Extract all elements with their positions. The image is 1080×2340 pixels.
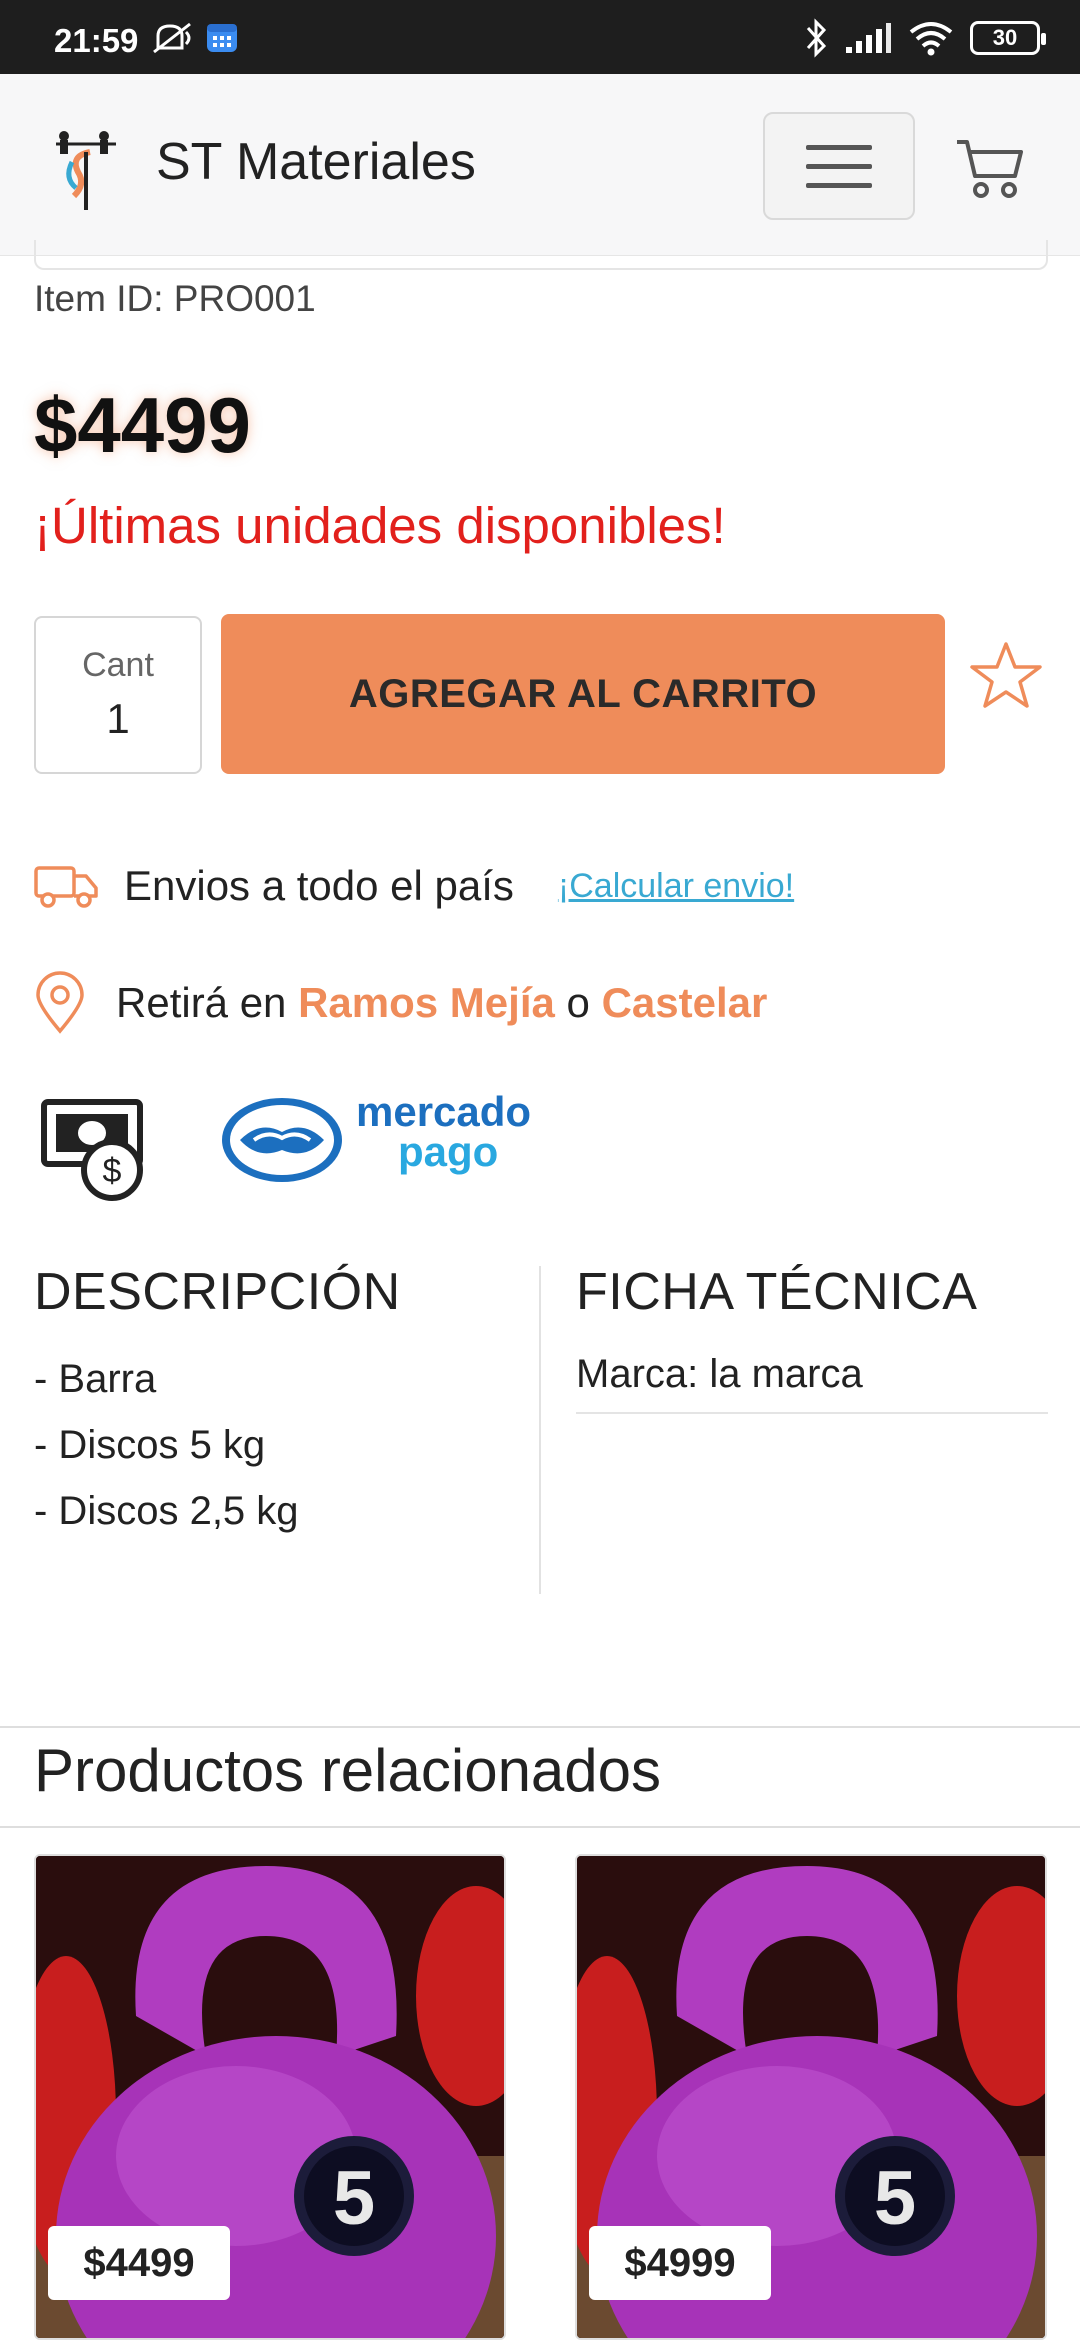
product-price: $4499 [34,381,251,469]
menu-icon [806,144,872,150]
weight-badge: 5 [333,2156,375,2241]
pickup-text: Retirá en Ramos Mejía o Castelar [116,979,767,1027]
mp-word-pago: pago [398,1128,499,1175]
mercadopago-logo: mercado pago [220,1090,560,1190]
item-id: Item ID: PRO001 [34,278,316,319]
shipping-text: Envios a todo el país [124,862,514,909]
shipping-row: Envios a todo el país ¡Calcular envio! [34,856,794,916]
mute-icon [153,22,191,54]
status-left-icons [150,20,240,56]
stock-message: ¡Últimas unidades disponibles! [34,497,726,554]
list-item: - Discos 2,5 kg [34,1489,299,1533]
image-card-edge [34,240,1048,270]
related-product-card[interactable]: 5 $4499 [34,1854,506,2340]
spec-row: Marca: la marca [576,1346,1048,1414]
calendar-icon [207,24,237,52]
wifi-icon [909,22,953,56]
brand-name[interactable]: ST Materiales [156,132,476,192]
quantity-label: Cant [82,646,154,684]
related-products-title: Productos relacionados [34,1737,662,1804]
status-bar: 21:59 30 [0,0,1080,74]
truck-icon [34,866,98,908]
related-product-card[interactable]: 5 $4999 [575,1854,1047,2340]
product-price-tag: $4999 [589,2226,771,2300]
pickup-prefix: Retirá en [116,979,287,1026]
quantity-value[interactable]: 1 [36,695,200,743]
list-item: - Discos 5 kg [34,1423,266,1467]
svg-text:$: $ [103,1152,122,1190]
mp-word-mercado: mercado [356,1088,532,1135]
signal-icon [846,23,891,53]
status-right-icons: 30 [804,18,1046,58]
product-price-tag: $4499 [48,2226,230,2300]
add-to-cart-button[interactable]: AGREGAR AL CARRITO [221,614,945,774]
list-item: - Barra [34,1357,157,1401]
technical-sheet-section: FICHA TÉCNICA Marca: la marca [576,1262,1048,1414]
cart-icon[interactable] [955,136,1025,202]
weight-badge: 5 [874,2156,916,2241]
description-list: - Barra - Discos 5 kg - Discos 2,5 kg [34,1346,514,1544]
bluetooth-icon [806,18,827,58]
cash-icon: $ [41,1099,143,1201]
pickup-location-ramos-mejia: Ramos Mejía [298,979,555,1026]
star-icon[interactable] [970,640,1042,712]
description-title: DESCRIPCIÓN [34,1263,401,1321]
location-pin-icon [36,971,84,1034]
technical-sheet-title: FICHA TÉCNICA [576,1263,978,1321]
description-section: DESCRIPCIÓN - Barra - Discos 5 kg - Disc… [34,1262,514,1544]
quantity-field[interactable]: Cant 1 [34,616,202,774]
site-header: ST Materiales [0,74,1080,256]
status-time: 21:59 [54,22,139,59]
divider [0,1726,1080,1728]
pickup-location-castelar: Castelar [601,979,768,1026]
pickup-connector: o [566,979,590,1026]
battery-icon: 30 [970,21,1046,55]
divider [0,1826,1080,1828]
pickup-row: Retirá en Ramos Mejía o Castelar [34,968,767,1038]
brand-logo[interactable] [50,122,122,212]
menu-button[interactable] [763,112,915,220]
column-divider [539,1266,541,1594]
calculate-shipping-link[interactable]: ¡Calcular envio! [558,867,794,906]
